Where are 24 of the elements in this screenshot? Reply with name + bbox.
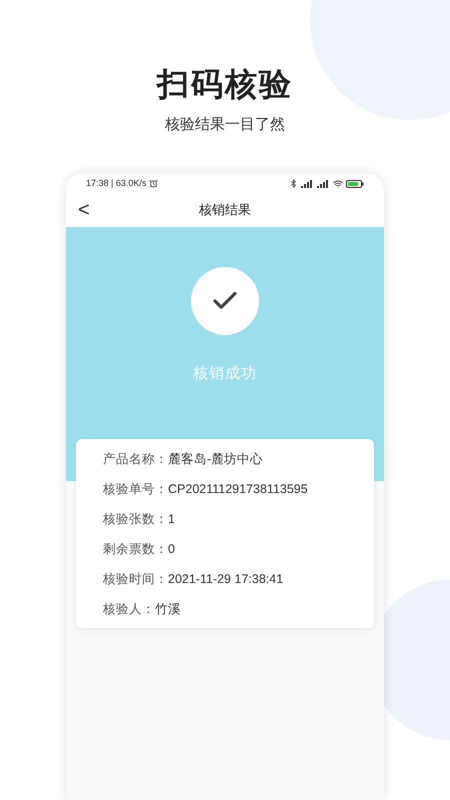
detail-value: 麓客岛-麓坊中心 xyxy=(168,450,264,468)
signal-icon xyxy=(317,180,330,188)
signal-icon xyxy=(301,180,314,188)
subtitle: 核验结果一目了然 xyxy=(165,115,285,135)
detail-label: 剩余票数： xyxy=(103,540,168,558)
detail-label: 核验时间： xyxy=(103,570,168,588)
detail-label: 核验人： xyxy=(103,600,155,618)
page-title: 核销结果 xyxy=(199,200,251,219)
wifi-icon xyxy=(333,178,343,188)
detail-value: 2021-11-29 17:38:41 xyxy=(168,570,284,588)
detail-label: 核验单号： xyxy=(103,480,168,498)
battery-icon xyxy=(346,180,364,188)
detail-value: 0 xyxy=(168,540,175,558)
bluetooth-icon xyxy=(289,179,298,188)
alarm-icon xyxy=(149,179,158,188)
detail-value: CP202111291738113595 xyxy=(168,480,308,498)
status-text: 17:38 | 63.0K/s xyxy=(86,176,146,190)
detail-label: 产品名称： xyxy=(103,450,168,468)
detail-value: 竹溪 xyxy=(155,600,181,618)
detail-value: 1 xyxy=(168,510,175,528)
back-button[interactable]: < xyxy=(78,200,90,220)
headline: 扫码核验 xyxy=(157,65,293,104)
result-message: 核销成功 xyxy=(193,364,257,384)
detail-label: 核验张数： xyxy=(103,510,168,528)
